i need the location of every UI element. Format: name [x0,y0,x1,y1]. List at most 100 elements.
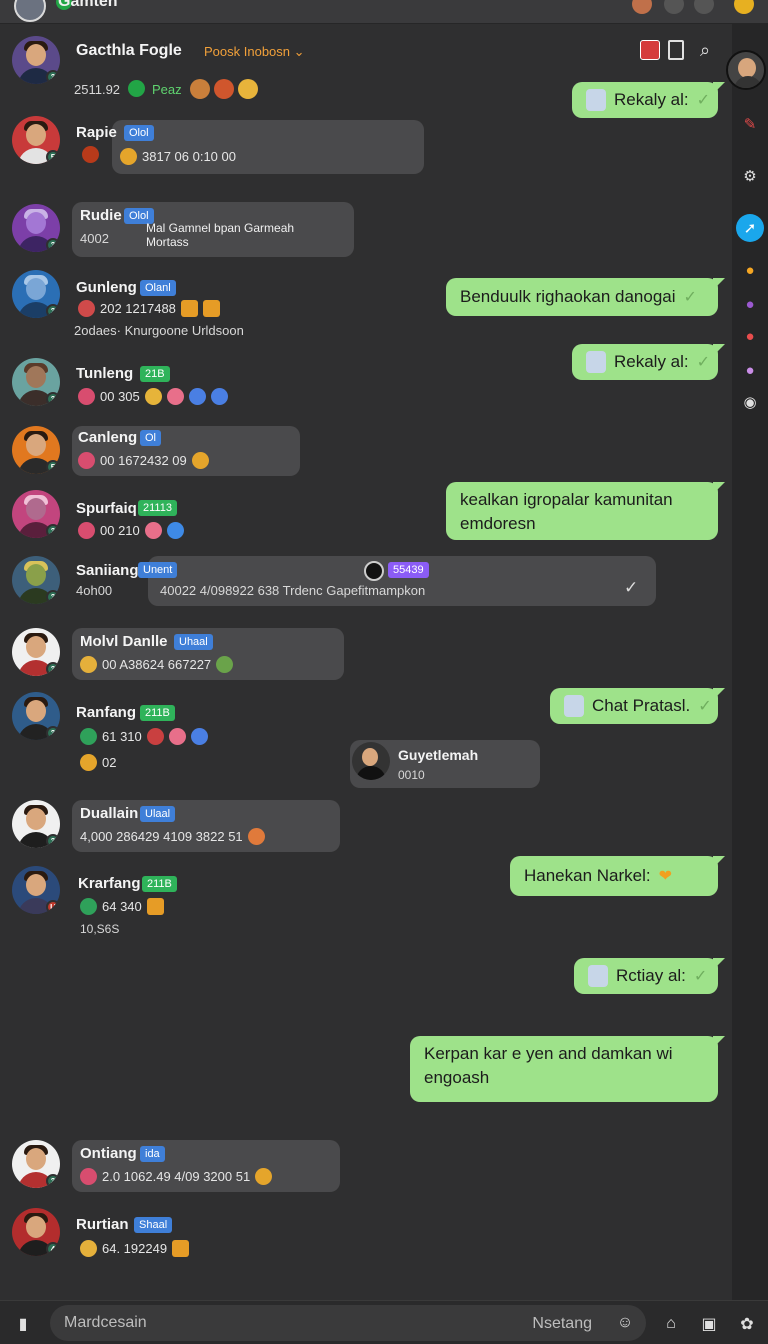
status-badge: Unent [138,562,178,578]
stats-row: 2.0 1062.49 4/09 3200 51 [80,1168,273,1185]
close-icon[interactable] [664,0,684,14]
status-badge: 21113 [138,500,177,516]
chat-title: Gacthla Fogle [76,42,182,59]
avatar[interactable]: 3 [12,628,60,676]
flag-icon[interactable] [640,40,660,60]
emoji-icon[interactable]: ● [738,258,762,282]
check-icon: ✓ [696,92,711,109]
avatar[interactable]: 3 [12,204,60,252]
contact-name[interactable]: Spurfaiq [76,500,137,517]
contact-name[interactable]: Ontiang [80,1145,137,1162]
avatar[interactable]: 4 [12,1208,60,1256]
pin-icon[interactable]: ✎ [738,112,762,136]
avatar[interactable] [364,561,384,581]
status-badge: Ol [140,430,161,446]
outgoing-message: Rekaly al: ✓ [572,344,725,380]
message-text: 10,S6S [80,922,120,936]
home-icon[interactable]: ⌂ [660,1313,682,1335]
setting-label[interactable]: Nsetang [532,1315,592,1333]
right-rail: ✎ ⚙ ➚ ● ● ● ● ◉ [726,24,768,1300]
avatar[interactable]: 3 [12,800,60,848]
contact-name[interactable]: Guyetlemah [398,747,478,763]
avatar[interactable]: 3 [12,1140,60,1188]
avatar[interactable]: U [12,866,60,914]
message-text: 2odaes· Knurgoone Urldsoon [74,323,244,338]
avatar[interactable]: 5 [12,116,60,164]
avatar[interactable]: 3 [12,36,60,84]
gift-icon[interactable]: ● [738,358,762,382]
rail-avatar[interactable] [726,50,766,90]
contact-name[interactable]: Gunleng [76,279,137,296]
contact-name[interactable]: Rapie [76,124,117,141]
bookmark-icon[interactable] [668,40,684,60]
avatar [586,351,606,373]
top-bar: Gamten [0,0,768,24]
avatar[interactable]: 3 [12,490,60,538]
avatar[interactable]: 3 [12,270,60,318]
outgoing-message: kealkan igropalar kamunitan emdoresn [446,482,725,540]
reaction-icon [238,79,258,99]
outgoing-message: Benduulk righaokan danogai ✓ [446,278,725,316]
avatar [588,965,608,987]
status-badge: Olol [124,125,154,141]
message-input[interactable]: Mardcesain Nsetang ☺ [50,1305,646,1341]
heart-icon[interactable]: ● [738,324,762,348]
avatar[interactable]: 3 [12,556,60,604]
contact-name[interactable]: Duallain [80,805,138,822]
status-badge: 211B [140,705,175,721]
reaction-icon [214,79,234,99]
contact-name[interactable]: Ranfang [76,704,136,721]
attach-icon[interactable]: ▮ [12,1313,34,1335]
contact-name[interactable]: Saniiang [76,562,139,579]
stats-row: 4oh00 [76,583,113,598]
stats-row: 02 [80,754,116,771]
gear-icon[interactable]: ⚙ [738,164,762,188]
status-badge: 55439 [388,562,429,578]
stats-row: 61 310 [80,728,208,745]
contact-name[interactable]: Rurtian [76,1216,129,1233]
search-icon[interactable]: ⌕ [700,40,710,61]
check-icon: ✓ [683,289,697,306]
contact-name[interactable]: Tunleng [76,365,133,382]
status-badge: Shaal [134,1217,173,1233]
stats-row: 00 305 [78,388,228,405]
status-badge: ida [140,1146,165,1162]
stats-row: 00 210 [78,522,184,539]
mask-icon [82,146,99,163]
message-input-placeholder[interactable]: Mardcesain [64,1314,147,1332]
camera-icon[interactable]: ▣ [698,1313,720,1335]
avatar[interactable]: 3 [12,692,60,740]
status-label[interactable]: Poosk Inobosn ⌄ [204,44,305,60]
profile-icon[interactable] [632,0,652,14]
reaction-icon [190,79,210,99]
composer-bar: ▮ Mardcesain Nsetang ☺ ⌂ ▣ ✿ [0,1300,768,1344]
status-badge: Ulaal [140,806,176,822]
outgoing-message: Kerpan kar e yen and damkan wi engoash [410,1036,725,1102]
contact-name[interactable]: Krarfang [78,875,141,892]
message-text: Mal Gamnel bpan Garmeah Mortass [146,221,295,249]
settings-icon[interactable]: ✿ [736,1313,758,1335]
avatar[interactable] [352,742,390,780]
contact-name[interactable]: Molvl Danlle [80,633,168,650]
message-bubble [112,120,424,174]
sticker-icon[interactable]: ● [738,292,762,316]
stats-row: 4002 [80,231,109,246]
outgoing-message: Chat Pratasl. ✓ [550,688,725,724]
contact-name[interactable]: Rudie [80,207,122,224]
group-icon[interactable] [694,0,714,14]
contact-name[interactable]: Canleng [78,429,137,446]
check-icon: ✓ [698,698,712,715]
compass-icon[interactable]: ➚ [736,214,764,242]
avatar[interactable]: 3 [12,358,60,406]
check-icon: ✓ [624,578,639,597]
record-icon[interactable]: ◉ [738,390,762,414]
user-avatar[interactable] [14,0,46,22]
download-icon[interactable] [128,80,145,97]
app-title: Gamten [58,0,118,10]
avatar[interactable]: 5 [12,426,60,474]
heart-icon: ❤ [658,868,673,885]
star-badge-icon[interactable] [734,0,754,14]
status-badge: Uhaal [174,634,213,650]
emoji-icon[interactable]: ☺ [614,1312,636,1334]
outgoing-message: Hanekan Narkel: ❤ [510,856,725,896]
